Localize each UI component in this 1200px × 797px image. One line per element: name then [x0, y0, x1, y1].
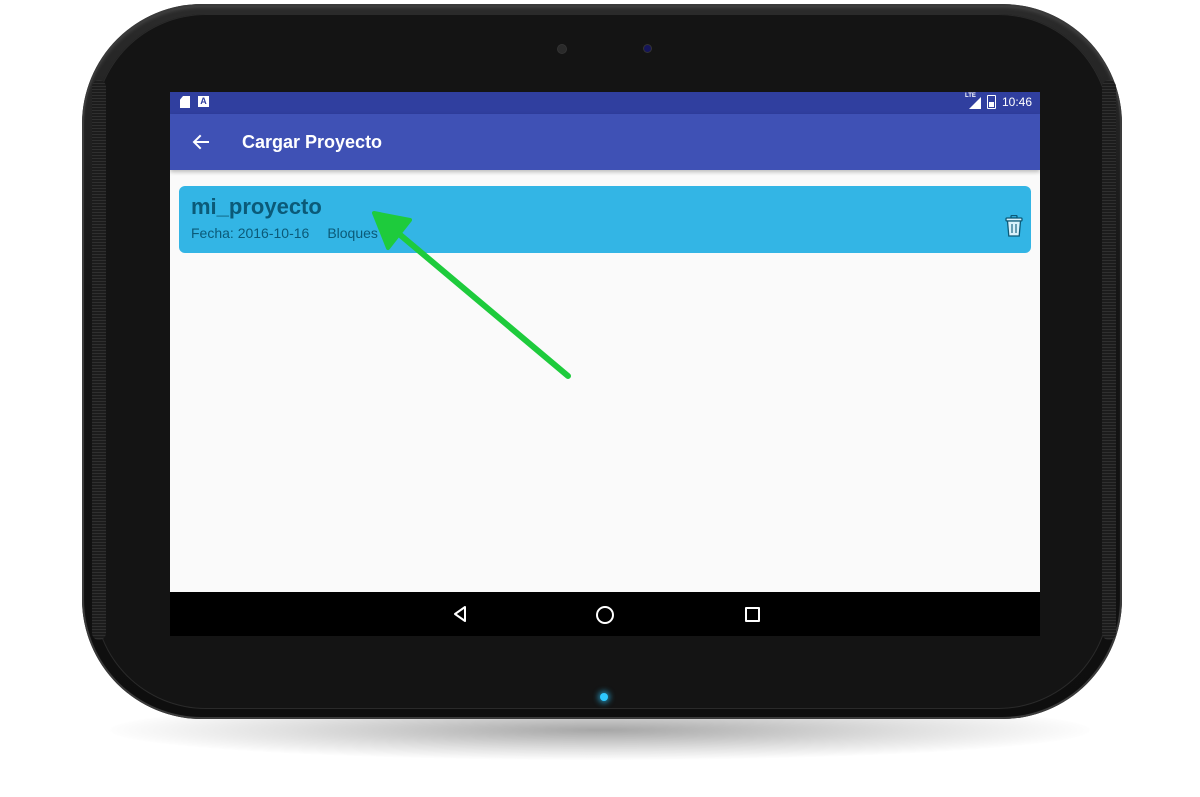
project-date: Fecha: 2016-10-16	[191, 225, 310, 241]
notification-led	[600, 693, 608, 701]
status-bar-notifications: A	[180, 96, 209, 108]
right-speaker-grille	[1102, 80, 1116, 640]
status-bar: A LTE 10:46	[170, 92, 1040, 114]
front-sensor	[558, 45, 566, 53]
nav-back-icon[interactable]	[452, 605, 468, 623]
sd-card-icon	[180, 96, 190, 108]
battery-icon	[986, 95, 996, 109]
a-notification-icon: A	[198, 96, 209, 107]
device-screen: A LTE 10:46 Cargar Proyecto mi_proyecto …	[170, 92, 1040, 636]
arrow-left-icon	[192, 134, 209, 150]
nav-home-icon[interactable]	[596, 606, 614, 624]
status-bar-system: LTE 10:46	[965, 93, 1032, 109]
project-blocks: Bloques	[327, 225, 378, 241]
app-bar: Cargar Proyecto	[170, 114, 1040, 170]
project-list-item[interactable]: mi_proyecto Fecha: 2016-10-16 Bloques	[179, 186, 1031, 253]
trash-icon	[1005, 214, 1023, 237]
status-time: 10:46	[1001, 95, 1032, 109]
nav-recents-icon[interactable]	[745, 607, 760, 622]
left-speaker-grille	[92, 80, 106, 640]
front-camera	[644, 45, 651, 52]
project-name: mi_proyecto	[191, 194, 322, 219]
navigation-bar	[170, 592, 1040, 636]
back-button[interactable]	[186, 127, 216, 157]
delete-project-button[interactable]	[1005, 214, 1023, 237]
page-title: Cargar Proyecto	[242, 132, 383, 152]
signal-icon: LTE	[965, 93, 981, 109]
project-meta: Fecha: 2016-10-16 Bloques	[191, 225, 378, 241]
